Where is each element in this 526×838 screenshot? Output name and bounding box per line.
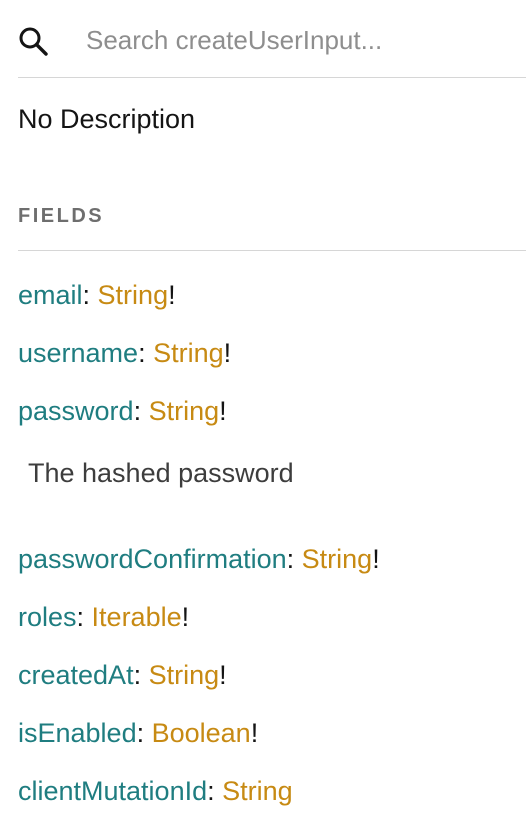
- non-null-marker: !: [372, 544, 380, 574]
- field-item-client-mutation-id: clientMutationId: String: [18, 773, 293, 809]
- field-type-link[interactable]: String: [149, 396, 220, 426]
- field-type-link[interactable]: Iterable: [92, 602, 182, 632]
- non-null-marker: !: [250, 718, 259, 748]
- non-null-marker: !: [223, 338, 232, 368]
- field-item-created-at: createdAt: String!: [18, 657, 227, 693]
- non-null-marker: !: [219, 660, 227, 690]
- field-type-link[interactable]: String: [149, 660, 220, 690]
- field-item-roles: roles: Iterable!: [18, 599, 189, 635]
- field-description-password: The hashed password: [28, 458, 294, 488]
- search-icon[interactable]: [18, 26, 48, 56]
- field-item-is-enabled: isEnabled: Boolean!: [18, 715, 258, 751]
- field-type-link[interactable]: Boolean: [152, 718, 251, 748]
- search-input[interactable]: [86, 20, 506, 60]
- field-name-username[interactable]: username: [18, 338, 138, 368]
- type-description: No Description: [18, 104, 196, 134]
- field-type-link[interactable]: String: [153, 338, 224, 368]
- field-separator: :: [133, 660, 149, 690]
- search-bar: [18, 0, 526, 78]
- field-item-username: username: String!: [18, 335, 231, 371]
- non-null-marker: !: [181, 602, 190, 632]
- field-type-link[interactable]: String: [302, 544, 373, 574]
- field-name-email[interactable]: email: [18, 280, 83, 310]
- field-item-password-confirmation: passwordConfirmation: String!: [18, 541, 380, 577]
- field-name-created-at[interactable]: createdAt: [18, 660, 134, 690]
- fields-section-title: FIELDS: [18, 205, 105, 227]
- non-null-marker: !: [219, 396, 227, 426]
- field-separator: :: [76, 602, 92, 632]
- field-separator: :: [133, 396, 149, 426]
- field-name-client-mutation-id[interactable]: clientMutationId: [18, 776, 207, 806]
- field-type-link[interactable]: String: [222, 776, 293, 806]
- field-name-password-confirmation[interactable]: passwordConfirmation: [18, 544, 287, 574]
- field-type-link[interactable]: String: [98, 280, 169, 310]
- field-name-roles[interactable]: roles: [18, 602, 77, 632]
- fields-section-header: FIELDS: [18, 198, 526, 251]
- field-separator: :: [207, 776, 223, 806]
- field-item-password: password: String!: [18, 393, 227, 429]
- field-separator: :: [82, 280, 98, 310]
- non-null-marker: !: [168, 280, 176, 310]
- field-item-email: email: String!: [18, 277, 176, 313]
- field-separator: :: [286, 544, 302, 574]
- field-name-password[interactable]: password: [18, 396, 134, 426]
- field-separator: :: [136, 718, 152, 748]
- field-name-is-enabled[interactable]: isEnabled: [18, 718, 137, 748]
- field-separator: :: [138, 338, 154, 368]
